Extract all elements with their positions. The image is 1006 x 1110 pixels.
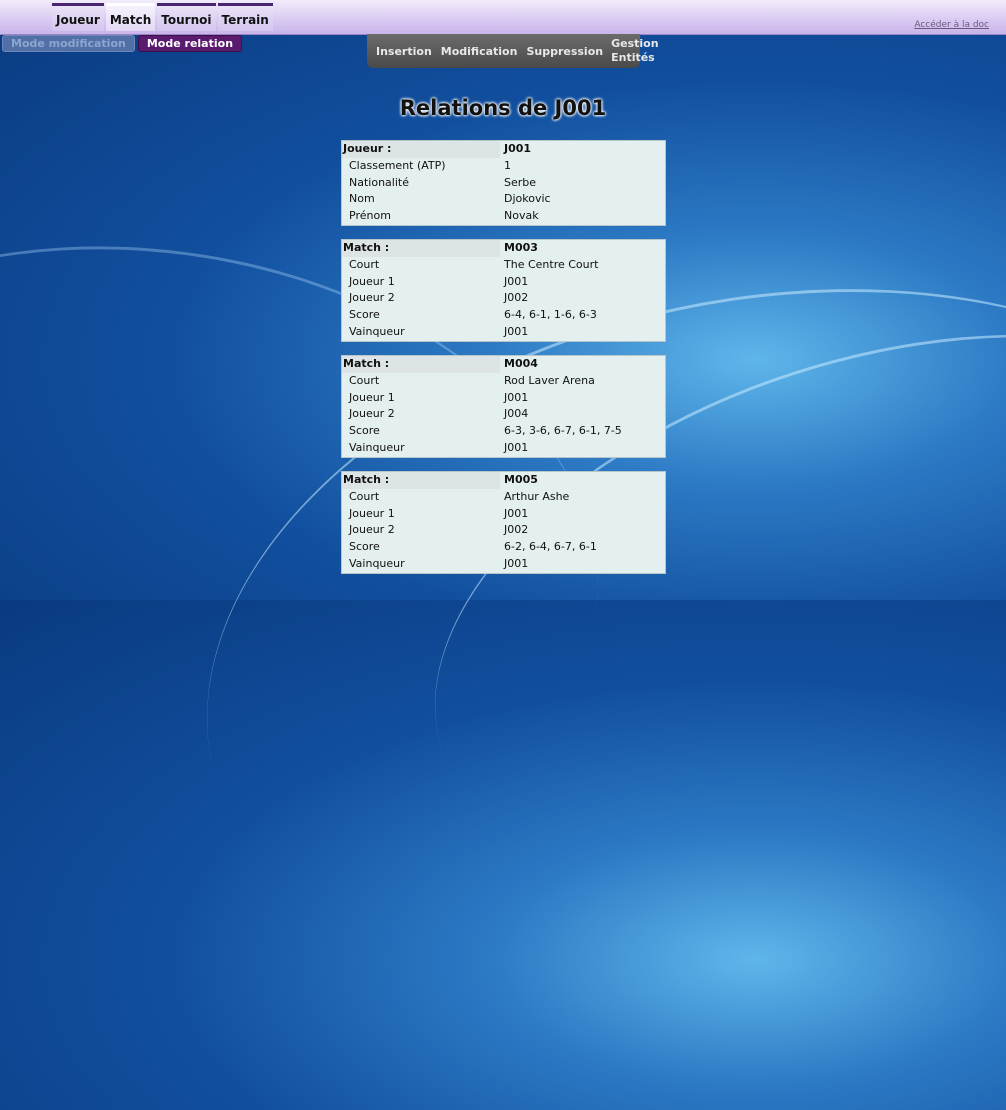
background-swirl bbox=[364, 233, 1006, 990]
field-value: 6-3, 3-6, 6-7, 6-1, 7-5 bbox=[504, 424, 622, 438]
card-header-label: Joueur : bbox=[342, 141, 500, 158]
field-value: J001 bbox=[504, 274, 529, 288]
table-row: Score 6-2, 6-4, 6-7, 6-1 bbox=[342, 539, 665, 556]
table-row: Score 6-4, 6-1, 1-6, 6-3 bbox=[342, 307, 665, 324]
card-header-label: Match : bbox=[342, 240, 500, 257]
field-label: Joueur 1 bbox=[349, 390, 395, 404]
field-label: Vainqueur bbox=[349, 556, 405, 570]
table-row: Nationalité Serbe bbox=[342, 175, 665, 192]
tab-joueur[interactable]: Joueur bbox=[52, 3, 104, 31]
gestion-label: Gestion bbox=[611, 37, 659, 50]
card-header-value: M003 bbox=[504, 241, 538, 254]
table-row: Court The Centre Court bbox=[342, 257, 665, 274]
card-header-value: M005 bbox=[504, 473, 538, 486]
field-label: Joueur 1 bbox=[349, 274, 395, 288]
table-row: Prénom Novak bbox=[342, 208, 665, 225]
field-label: Vainqueur bbox=[349, 324, 405, 338]
table-row: Joueur 2 J004 bbox=[342, 406, 665, 423]
table-row: Joueur 2 J002 bbox=[342, 290, 665, 307]
documentation-link[interactable]: Accéder à la doc bbox=[914, 20, 989, 30]
field-label: Court bbox=[349, 489, 380, 503]
table-row: Vainqueur J001 bbox=[342, 440, 665, 457]
field-value: J001 bbox=[504, 440, 529, 454]
field-value: J001 bbox=[504, 556, 529, 570]
field-label: Joueur 1 bbox=[349, 506, 395, 520]
field-label: Joueur 2 bbox=[349, 291, 395, 305]
table-row: Vainqueur J001 bbox=[342, 324, 665, 341]
mode-relation-button[interactable]: Mode relation bbox=[137, 35, 243, 52]
modification-button[interactable]: Modification bbox=[432, 45, 518, 58]
table-row: Classement (ATP) 1 bbox=[342, 158, 665, 175]
field-value: J001 bbox=[504, 324, 529, 338]
field-label: Joueur 2 bbox=[349, 523, 395, 537]
mode-modification-button[interactable]: Mode modification bbox=[2, 35, 135, 52]
entites-label: Entités bbox=[611, 51, 655, 64]
field-label: Nationalité bbox=[349, 175, 409, 189]
field-value: J001 bbox=[504, 390, 529, 404]
field-label: Court bbox=[349, 257, 380, 271]
field-label: Nom bbox=[349, 192, 375, 206]
card-header-label: Match : bbox=[342, 356, 500, 373]
card-header-value: M004 bbox=[504, 357, 538, 370]
relation-card-joueur: Joueur : J001 Classement (ATP) 1 National… bbox=[341, 140, 666, 226]
field-value: Novak bbox=[504, 209, 539, 223]
field-value: Arthur Ashe bbox=[504, 489, 570, 503]
card-header: Match : M003 bbox=[342, 240, 665, 257]
field-value: Djokovic bbox=[504, 192, 551, 206]
relation-card-match: Match : M003 Court The Centre Court Joueu… bbox=[341, 239, 666, 342]
field-label: Prénom bbox=[349, 209, 391, 223]
field-value: Serbe bbox=[504, 175, 537, 189]
action-menu: Insertion Modification Suppression Gesti… bbox=[367, 34, 659, 68]
mode-switcher: Mode modification Mode relation bbox=[2, 35, 243, 52]
field-label: Score bbox=[349, 540, 380, 554]
field-value: J002 bbox=[504, 523, 529, 537]
tab-tournoi[interactable]: Tournoi bbox=[157, 3, 216, 31]
suppression-button[interactable]: Suppression bbox=[517, 45, 603, 58]
card-header: Joueur : J001 bbox=[342, 141, 665, 158]
table-row: Court Arthur Ashe bbox=[342, 489, 665, 506]
tab-match[interactable]: Match bbox=[105, 3, 156, 31]
tab-terrain[interactable]: Terrain bbox=[217, 3, 273, 31]
field-value: J001 bbox=[504, 506, 529, 520]
table-row: Joueur 1 J001 bbox=[342, 506, 665, 523]
page-title: Relations de J001 bbox=[399, 96, 607, 120]
field-label: Vainqueur bbox=[349, 440, 405, 454]
field-value: 6-2, 6-4, 6-7, 6-1 bbox=[504, 540, 597, 554]
relation-card-match: Match : M005 Court Arthur Ashe Joueur 1 J0… bbox=[341, 471, 666, 574]
top-navigation-bar: Joueur Match Tournoi Terrain Accéder à l… bbox=[0, 0, 1006, 35]
relation-card-match: Match : M004 Court Rod Laver Arena Joueur… bbox=[341, 355, 666, 458]
field-value: J002 bbox=[504, 291, 529, 305]
table-row: Joueur 2 J002 bbox=[342, 522, 665, 539]
field-value: 1 bbox=[504, 158, 511, 172]
field-value: Rod Laver Arena bbox=[504, 373, 595, 387]
card-header-label: Match : bbox=[342, 472, 500, 489]
field-label: Score bbox=[349, 424, 380, 438]
field-label: Classement (ATP) bbox=[349, 158, 446, 172]
table-row: Joueur 1 J001 bbox=[342, 274, 665, 291]
table-row: Nom Djokovic bbox=[342, 191, 665, 208]
field-label: Joueur 2 bbox=[349, 407, 395, 421]
field-value: 6-4, 6-1, 1-6, 6-3 bbox=[504, 308, 597, 322]
table-row: Vainqueur J001 bbox=[342, 556, 665, 573]
field-value: The Centre Court bbox=[504, 257, 599, 271]
card-header: Match : M005 bbox=[342, 472, 665, 489]
field-label: Court bbox=[349, 373, 380, 387]
card-header-value: J001 bbox=[504, 142, 532, 155]
gestion-entites-button[interactable]: Gestion Entités bbox=[603, 37, 658, 65]
table-row: Joueur 1 J001 bbox=[342, 390, 665, 407]
table-row: Score 6-3, 3-6, 6-7, 6-1, 7-5 bbox=[342, 423, 665, 440]
table-row: Court Rod Laver Arena bbox=[342, 373, 665, 390]
insertion-button[interactable]: Insertion bbox=[367, 45, 432, 58]
entity-tabs: Joueur Match Tournoi Terrain bbox=[52, 3, 273, 31]
field-label: Score bbox=[349, 308, 380, 322]
field-value: J004 bbox=[504, 407, 529, 421]
card-header: Match : M004 bbox=[342, 356, 665, 373]
